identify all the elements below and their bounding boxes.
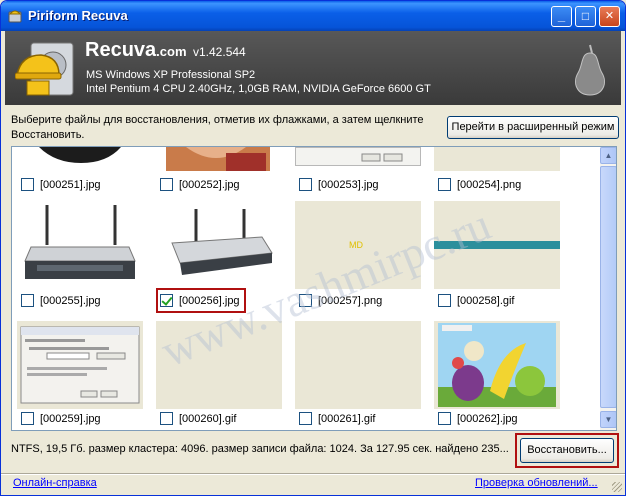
file-name: [000257].png (318, 295, 383, 307)
file-checkbox[interactable] (21, 412, 34, 425)
file-thumbnail (434, 147, 560, 171)
file-item[interactable]: [000262].jpg (429, 317, 563, 430)
md-label: MD (349, 240, 363, 250)
file-checkbox[interactable] (438, 178, 451, 191)
file-name: [000258].gif (457, 295, 515, 307)
file-name: [000253].jpg (318, 179, 379, 191)
window-title: Piriform Recuva (28, 8, 128, 23)
app-name: Recuva.com (85, 39, 187, 62)
file-name: [000260].gif (179, 413, 237, 425)
file-item[interactable]: [000251].jpg (12, 147, 146, 199)
scroll-down-icon[interactable]: ▼ (600, 411, 616, 428)
recuva-window: Piriform Recuva _ □ ✕ Recuva.com v1.42.5… (0, 0, 626, 496)
app-name-text: Recuva (85, 39, 157, 61)
file-item[interactable]: [000255].jpg (12, 199, 146, 317)
app-domain: .com (156, 44, 187, 59)
file-checkbox[interactable] (160, 178, 173, 191)
piriform-pear-icon (575, 44, 605, 96)
router-photo-thumbnail (156, 201, 282, 289)
scroll-thumb[interactable] (600, 166, 616, 408)
file-thumbnail (17, 147, 143, 166)
check-updates-link[interactable]: Проверка обновлений... (475, 477, 598, 489)
file-thumbnail (434, 321, 560, 409)
file-thumbnail (156, 201, 282, 289)
recuva-app-icon (8, 10, 22, 23)
maximize-button[interactable]: □ (575, 6, 596, 27)
fruit-illustration-thumbnail (438, 323, 556, 407)
file-item[interactable]: [000254].png (429, 147, 563, 199)
portrait-photo-thumbnail (166, 147, 270, 171)
file-checkbox[interactable] (299, 412, 312, 425)
file-checkbox[interactable] (438, 294, 451, 307)
file-checkbox[interactable] (21, 294, 34, 307)
close-button[interactable]: ✕ (599, 6, 620, 27)
file-thumbnail (295, 147, 421, 166)
file-name: [000251].jpg (40, 179, 101, 191)
vertical-scrollbar[interactable]: ▲ ▼ (600, 147, 616, 430)
online-help-link[interactable]: Онлайн-справка (13, 477, 97, 489)
hardware-info: Intel Pentium 4 CPU 2.40GHz, 1,0GB RAM, … (86, 83, 431, 95)
os-info: MS Windows XP Professional SP2 (86, 69, 256, 81)
file-thumbnail-list[interactable]: [000251].jpg [000252].jpg [000253].jpg [ (11, 146, 617, 431)
file-checkbox[interactable] (160, 412, 173, 425)
file-name: [000252].jpg (179, 179, 240, 191)
file-thumbnail: MD (295, 201, 421, 289)
settings-dialog-thumbnail (20, 326, 140, 404)
file-thumbnail (295, 321, 421, 409)
header-banner: Recuva.com v1.42.544 MS Windows XP Profe… (5, 31, 621, 105)
file-thumbnail (17, 201, 143, 289)
thumbnail-grid: [000251].jpg [000252].jpg [000253].jpg [ (12, 147, 600, 430)
dark-photo-thumbnail (39, 147, 121, 163)
file-item[interactable]: [000259].jpg (12, 317, 146, 430)
title-bar[interactable]: Piriform Recuva _ □ ✕ (1, 1, 625, 31)
file-checkbox[interactable] (21, 178, 34, 191)
file-item[interactable]: [000261].gif (290, 317, 424, 430)
file-item[interactable]: [000258].gif (429, 199, 563, 317)
router-photo-thumbnail (17, 201, 143, 289)
file-item[interactable]: MD [000257].png (290, 199, 424, 317)
hard-drive-helmet-icon (15, 42, 74, 96)
teal-bar-thumbnail (434, 241, 560, 249)
file-checkbox[interactable] (299, 178, 312, 191)
file-thumbnail (156, 321, 282, 409)
recover-button[interactable]: Восстановить... (520, 438, 614, 463)
file-name: [000255].jpg (40, 295, 101, 307)
file-item[interactable]: [000252].jpg (151, 147, 285, 199)
file-checkbox[interactable] (299, 294, 312, 307)
advanced-mode-button[interactable]: Перейти в расширенный режим (447, 116, 619, 139)
file-item[interactable]: [000260].gif (151, 317, 285, 430)
footer-divider (1, 473, 625, 475)
resize-grip-icon[interactable] (612, 482, 622, 492)
file-thumbnail (434, 201, 560, 289)
dialog-screenshot-thumbnail (361, 153, 403, 162)
scroll-up-icon[interactable]: ▲ (600, 147, 616, 164)
file-name: [000261].gif (318, 413, 376, 425)
app-version: v1.42.544 (193, 45, 246, 59)
file-item[interactable]: [000253].jpg (290, 147, 424, 199)
minimize-button[interactable]: _ (551, 6, 572, 27)
instruction-text: Выберите файлы для восстановления, отмет… (11, 114, 424, 141)
file-name: [000259].jpg (40, 413, 101, 425)
selected-file-highlight (156, 288, 246, 313)
file-name: [000254].png (457, 179, 522, 191)
file-name: [000262].jpg (457, 413, 518, 425)
scan-status-text: NTFS, 19,5 Гб. размер кластера: 4096. ра… (11, 443, 509, 455)
file-checkbox[interactable] (438, 412, 451, 425)
file-thumbnail (17, 321, 143, 409)
file-thumbnail (166, 147, 270, 171)
